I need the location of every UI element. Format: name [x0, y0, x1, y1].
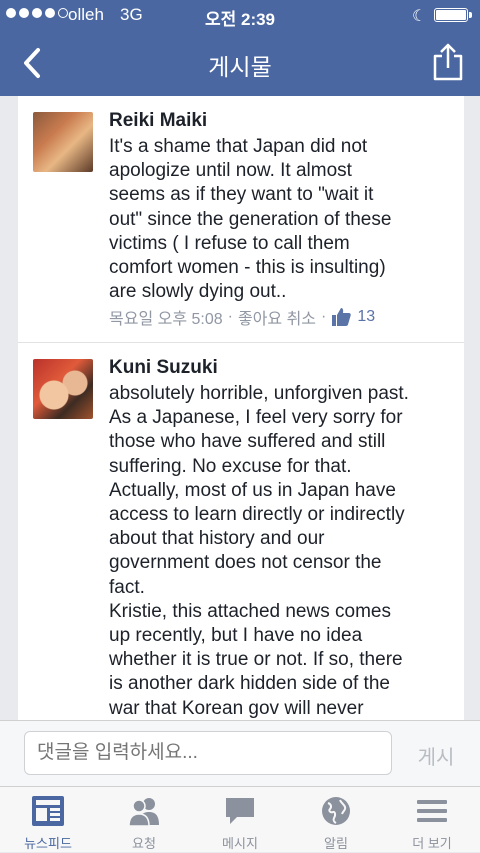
tab-label: 알림 — [324, 836, 348, 851]
navigation-bar: 게시물 — [0, 30, 480, 96]
more-menu-icon — [417, 800, 447, 822]
tab-notifications[interactable]: 알림 — [288, 787, 384, 853]
like-count[interactable]: 13 — [331, 307, 375, 327]
comment-item: Reiki Maiki It's a shame that Japan did … — [18, 96, 464, 343]
share-icon[interactable] — [430, 42, 466, 82]
tab-label: 더 보기 — [412, 836, 452, 851]
tab-label: 뉴스피드 — [24, 836, 72, 851]
tab-bar: 뉴스피드 요청 메시지 알림 더 보기 — [0, 786, 480, 852]
status-bar: olleh 3G 오전 2:39 ☾ — [0, 0, 480, 30]
meta-separator: · — [227, 308, 233, 325]
meta-separator: · — [321, 308, 327, 325]
do-not-disturb-moon-icon: ☾ — [412, 8, 427, 25]
comment-text: absolutely horrible, unforgiven past. As… — [109, 383, 409, 719]
comment-timestamp: 목요일 오후 5:08 — [109, 311, 223, 328]
tab-more[interactable]: 더 보기 — [384, 787, 480, 853]
avatar[interactable] — [33, 112, 93, 172]
post-button[interactable]: 게시 — [400, 741, 472, 770]
comment-composer: 게시 — [0, 720, 480, 786]
comment-input[interactable] — [24, 731, 392, 775]
friend-requests-icon — [128, 798, 159, 827]
comment-author[interactable]: Kuni Suzuki — [109, 357, 218, 379]
tab-label: 요청 — [132, 836, 156, 851]
comment-author[interactable]: Reiki Maiki — [109, 110, 207, 132]
tab-requests[interactable]: 요청 — [96, 787, 192, 853]
battery-icon — [434, 8, 472, 22]
avatar[interactable] — [33, 359, 93, 419]
comment-meta: 목요일 오후 5:08 · 좋아요 취소 · 13 — [109, 305, 375, 329]
notifications-globe-icon — [322, 797, 350, 825]
newsfeed-icon — [32, 796, 64, 826]
tab-newsfeed[interactable]: 뉴스피드 — [0, 787, 96, 853]
status-time: 오전 2:39 — [204, 10, 276, 29]
like-count-value: 13 — [357, 308, 376, 325]
messages-icon — [226, 798, 254, 824]
unlike-link[interactable]: 좋아요 취소 — [238, 305, 316, 329]
page-title: 게시물 — [208, 54, 272, 80]
tab-messages[interactable]: 메시지 — [192, 787, 288, 853]
tab-label: 메시지 — [222, 836, 258, 851]
thumbs-up-icon — [332, 308, 352, 326]
comment-text: It's a shame that Japan did not apologiz… — [109, 136, 392, 303]
comments-list[interactable]: Reiki Maiki It's a shame that Japan did … — [18, 96, 464, 720]
